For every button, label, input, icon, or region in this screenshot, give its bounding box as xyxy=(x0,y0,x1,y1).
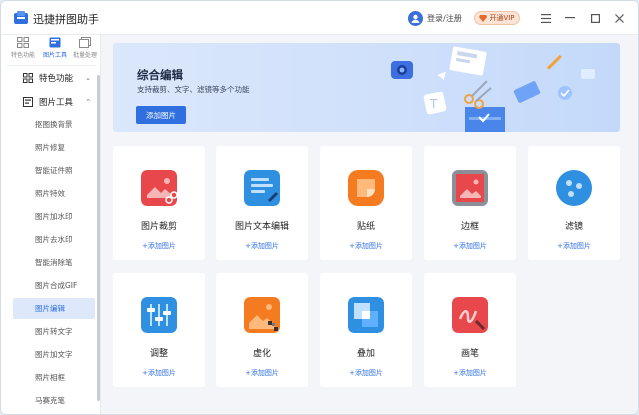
brush-icon xyxy=(452,297,488,333)
svg-text:T: T xyxy=(429,97,438,111)
minimize-icon xyxy=(565,17,575,19)
app-logo-icon xyxy=(14,11,28,24)
overlay-icon xyxy=(348,297,384,333)
sidebar-item-remove-watermark[interactable]: 图片去水印 xyxy=(13,229,95,250)
add-image-link[interactable]: +添加图片 xyxy=(113,241,205,251)
tab-image-tools-label: 图片工具 xyxy=(42,52,67,59)
tool-card-overlay[interactable]: 叠加 +添加图片 xyxy=(320,273,412,387)
grid-icon xyxy=(23,73,33,83)
sidebar-item-cutout[interactable]: 抠图换背景 xyxy=(13,114,95,135)
tool-card-text-edit[interactable]: 图片文本编辑 +添加图片 xyxy=(216,146,308,260)
title-bar: 迅捷拼图助手 登录/注册 开通VIP xyxy=(1,1,638,35)
tab-batch[interactable]: 批量处理 xyxy=(69,37,101,61)
tool-name: 虚化 xyxy=(252,349,271,359)
tool-card-adjust[interactable]: 调整 +添加图片 xyxy=(113,273,205,387)
image-tools-icon xyxy=(49,37,61,48)
add-image-link[interactable]: +添加图片 xyxy=(424,241,516,251)
grid-icon xyxy=(17,37,29,48)
sidebar-item-gif[interactable]: 图片合成GIF xyxy=(13,275,95,296)
sidebar-item-smart-eraser[interactable]: 智能消除笔 xyxy=(13,252,95,273)
vip-label: 开通VIP xyxy=(489,14,515,22)
sidebar-item-id-photo[interactable]: 智能证件照 xyxy=(13,160,95,181)
menu-icon xyxy=(541,13,551,23)
banner-illustration-icon: T xyxy=(391,46,595,132)
chevron-down-icon: ⌄ xyxy=(85,74,91,82)
tab-batch-label: 批量处理 xyxy=(72,52,97,59)
category-featured-label: 特色功能 xyxy=(39,74,74,84)
adjust-icon xyxy=(141,297,177,333)
add-image-link[interactable]: +添加图片 xyxy=(216,368,308,378)
tool-card-brush[interactable]: 画笔 +添加图片 xyxy=(424,273,516,387)
category-image-tools-label: 图片工具 xyxy=(39,98,74,108)
tool-card-sticker[interactable]: 贴纸 +添加图片 xyxy=(320,146,412,260)
vip-button[interactable]: 开通VIP xyxy=(474,11,520,25)
sidebar-item-add-text[interactable]: 图片加文字 xyxy=(13,344,95,365)
tool-name: 边框 xyxy=(460,222,479,232)
close-button[interactable] xyxy=(611,10,627,26)
add-image-link[interactable]: +添加图片 xyxy=(320,368,412,378)
tool-name: 图片文本编辑 xyxy=(234,222,289,232)
tool-card-blur[interactable]: 虚化 +添加图片 xyxy=(216,273,308,387)
tool-name: 画笔 xyxy=(460,349,479,359)
sidebar-item-image-edit[interactable]: 图片编辑 xyxy=(13,298,95,319)
tool-name: 调整 xyxy=(149,349,168,359)
banner-title: 综合编辑 xyxy=(137,68,183,82)
user-avatar-icon xyxy=(408,10,423,26)
sidebar-scrollbar[interactable] xyxy=(97,75,100,401)
sidebar-item-image-to-text[interactable]: 图片转文字 xyxy=(13,321,95,342)
category-image-tools[interactable]: 图片工具 ⌃ xyxy=(9,93,97,111)
image-tools-icon xyxy=(23,97,33,107)
blur-icon xyxy=(244,297,280,333)
add-image-link[interactable]: +添加图片 xyxy=(528,241,620,251)
add-image-button[interactable]: 添加图片 xyxy=(136,106,186,124)
sidebar-divider xyxy=(7,65,95,66)
crop-icon xyxy=(141,170,177,206)
feature-banner: 综合编辑 支持裁剪、文字、滤镜等多个功能 添加图片 T xyxy=(113,43,620,132)
app-title: 迅捷拼图助手 xyxy=(33,13,99,26)
sidebar-item-add-watermark[interactable]: 图片加水印 xyxy=(13,206,95,227)
sidebar: 特色功能 图片工具 批量处理 特色功能 ⌄ 图片工具 ⌃ 抠图换背景 照片修复 … xyxy=(1,35,101,414)
tool-name: 图片裁剪 xyxy=(140,222,177,232)
add-image-link[interactable]: +添加图片 xyxy=(113,368,205,378)
close-icon xyxy=(614,13,624,23)
category-featured[interactable]: 特色功能 ⌄ xyxy=(9,69,97,87)
login-button[interactable]: 登录/注册 xyxy=(408,10,462,26)
tool-card-filter[interactable]: 滤镜 +添加图片 xyxy=(528,146,620,260)
tab-featured[interactable]: 特色功能 xyxy=(7,37,39,61)
tool-name: 叠加 xyxy=(356,349,375,359)
sidebar-item-photo-frame[interactable]: 照片相框 xyxy=(13,367,95,388)
minimize-button[interactable] xyxy=(562,10,578,26)
maximize-icon xyxy=(590,13,600,23)
tool-card-frame[interactable]: 边框 +添加图片 xyxy=(424,146,516,260)
tool-name: 贴纸 xyxy=(356,222,375,232)
tab-featured-label: 特色功能 xyxy=(10,52,35,59)
sidebar-item-photo-effects[interactable]: 照片特效 xyxy=(13,183,95,204)
add-image-link[interactable]: +添加图片 xyxy=(216,241,308,251)
sticker-icon xyxy=(348,170,384,206)
sidebar-item-mosaic[interactable]: 马赛克笔 xyxy=(13,390,95,411)
filter-icon xyxy=(556,170,592,206)
frame-icon xyxy=(452,170,488,206)
text-edit-icon xyxy=(244,170,280,206)
login-label: 登录/注册 xyxy=(427,13,462,23)
batch-icon xyxy=(79,37,91,48)
sidebar-tabs: 特色功能 图片工具 批量处理 xyxy=(1,35,101,61)
tool-name: 滤镜 xyxy=(564,222,583,232)
diamond-icon xyxy=(479,14,488,22)
menu-button[interactable] xyxy=(538,10,554,26)
add-image-link[interactable]: +添加图片 xyxy=(424,368,516,378)
chevron-up-icon: ⌃ xyxy=(85,98,91,106)
tool-card-crop[interactable]: 图片裁剪 +添加图片 xyxy=(113,146,205,260)
add-image-link[interactable]: +添加图片 xyxy=(320,241,412,251)
sidebar-item-photo-repair[interactable]: 照片修复 xyxy=(13,137,95,158)
banner-subtitle: 支持裁剪、文字、滤镜等多个功能 xyxy=(137,85,250,94)
maximize-button[interactable] xyxy=(587,10,603,26)
app-window: 迅捷拼图助手 登录/注册 开通VIP 特色功能 图片工具 批量处理 特色功能 ⌄… xyxy=(0,0,639,415)
tab-image-tools[interactable]: 图片工具 xyxy=(39,37,71,61)
